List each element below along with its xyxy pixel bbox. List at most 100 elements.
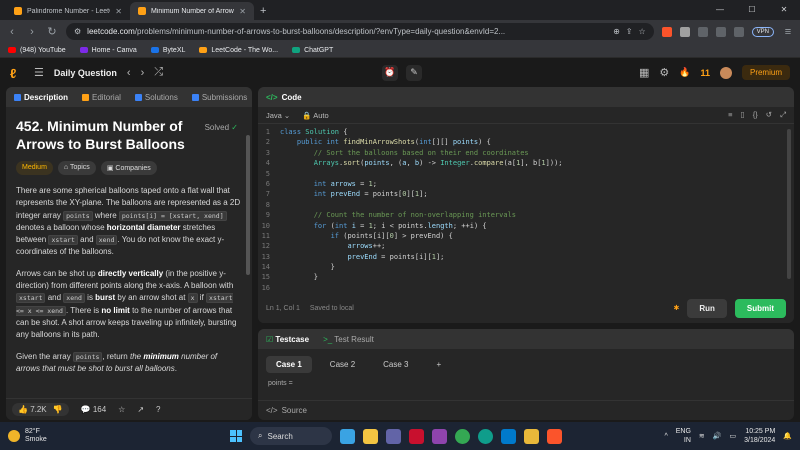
url-bar[interactable]: ⚙ leetcode.com/problems/minimum-number-o…	[66, 23, 654, 40]
comments-button[interactable]: 💬 164	[81, 405, 107, 414]
run-button[interactable]: Run	[687, 298, 727, 318]
media-icon[interactable]	[432, 428, 447, 444]
language-indicator[interactable]: ENG IN	[676, 427, 691, 445]
timer-icon[interactable]: ⏰	[382, 64, 398, 81]
close-window-icon[interactable]: ✕	[768, 0, 800, 20]
vpn-button[interactable]: VPN	[751, 26, 774, 37]
battery-icon[interactable]: ▭	[730, 432, 737, 440]
favorite-star-icon[interactable]: ☆	[118, 405, 125, 414]
layout-icon[interactable]: ▦	[639, 66, 649, 79]
edge-icon[interactable]	[478, 428, 493, 444]
code-scrollbar[interactable]	[787, 129, 791, 279]
code-line: 1 class Solution {	[265, 128, 348, 136]
streak-flame-icon[interactable]: 🔥	[679, 67, 690, 78]
tab-testcase[interactable]: ☑ Testcase	[266, 335, 309, 344]
mcafee-icon[interactable]	[409, 428, 424, 444]
tab-test-result[interactable]: >_ Test Result	[323, 335, 374, 344]
bookmark-bytexl[interactable]: ByteXL	[150, 47, 185, 54]
windows-start-icon[interactable]	[230, 430, 242, 442]
leetcode-logo-icon[interactable]: ℓ	[10, 66, 24, 81]
like-button[interactable]: 👍 7.2K	[18, 405, 47, 414]
wallet-icon[interactable]	[733, 26, 744, 37]
shuffle-icon[interactable]: ⤮	[154, 66, 163, 79]
file-explorer-icon[interactable]	[363, 428, 378, 444]
site-info-icon[interactable]: ⚙	[74, 27, 81, 36]
notes-icon[interactable]: ✎	[406, 64, 422, 81]
reload-icon[interactable]: ↻	[46, 25, 58, 38]
bookmark-canva[interactable]: Home - Canva	[79, 47, 137, 54]
share-icon[interactable]: ↗	[137, 405, 144, 414]
help-icon[interactable]: ?	[156, 405, 160, 414]
menu-icon[interactable]: ≡	[782, 26, 794, 38]
debug-icon[interactable]: ✱	[673, 304, 679, 312]
taskbar-search[interactable]: ⌕ Search	[250, 427, 332, 445]
terminal-icon: >_	[323, 334, 333, 344]
code-editor[interactable]: 1 class Solution { 2 public int findMinAr…	[258, 124, 794, 294]
topics-button[interactable]: ⌂ Topics	[57, 161, 96, 175]
volume-icon[interactable]: 🔊	[713, 432, 722, 440]
companies-button[interactable]: ▣ Companies	[100, 161, 157, 175]
format-icon[interactable]: ≡	[728, 110, 732, 120]
url-text[interactable]: leetcode.com/problems/minimum-number-of-…	[87, 27, 607, 36]
add-case-icon[interactable]: +	[427, 356, 452, 373]
tab-description[interactable]: Description	[14, 93, 68, 102]
braces-icon[interactable]: {}	[753, 110, 758, 120]
bookmark-chatgpt[interactable]: ChatGPT	[292, 47, 333, 54]
tab-submissions[interactable]: Submissions	[191, 93, 247, 102]
minimize-icon[interactable]: —	[704, 0, 736, 20]
case-tab-3[interactable]: Case 3	[373, 356, 418, 373]
zoom-icon[interactable]: ⊕	[613, 27, 620, 36]
reset-icon[interactable]: ↺	[766, 110, 772, 120]
chrome-icon[interactable]	[455, 428, 470, 444]
tab-editorial[interactable]: Editorial	[82, 93, 121, 102]
submit-button[interactable]: Submit	[734, 298, 786, 318]
bookmark-youtube[interactable]: (948) YouTube	[8, 47, 66, 54]
prev-problem-icon[interactable]: ‹	[127, 67, 131, 79]
premium-button[interactable]: Premium	[741, 65, 790, 80]
daily-question-link[interactable]: Daily Question	[54, 68, 117, 78]
close-tab-icon[interactable]: ✕	[239, 7, 246, 16]
maximize-icon[interactable]: ☐	[736, 0, 768, 20]
brave-icon[interactable]	[547, 428, 562, 444]
bookmark-star-icon[interactable]: ☆	[638, 27, 645, 36]
forward-icon[interactable]: ›	[26, 26, 38, 38]
close-tab-icon[interactable]: ✕	[115, 7, 122, 16]
brave-rewards-icon[interactable]	[679, 26, 690, 37]
language-select[interactable]: Java ⌄	[266, 111, 290, 120]
tag-icon: ⌂	[63, 164, 69, 171]
tray-chevron-icon[interactable]: ^	[664, 433, 667, 440]
vscode-icon[interactable]	[501, 428, 516, 444]
new-tab-icon[interactable]: +	[254, 5, 272, 20]
browser-tab-arrows[interactable]: Minimum Number of Arrows to Burst Balloo…	[130, 2, 254, 20]
browser-tab-palindrome[interactable]: Palindrome Number - LeetCode ✕	[6, 2, 130, 20]
next-problem-icon[interactable]: ›	[141, 67, 145, 79]
extensions-icon[interactable]	[697, 26, 708, 37]
folder-icon[interactable]	[524, 428, 539, 444]
back-icon[interactable]: ‹	[6, 26, 18, 38]
bookmark-icon[interactable]: ▯	[741, 110, 745, 120]
weather-widget[interactable]: 82°F Smoke	[8, 428, 47, 444]
description-scrollbar[interactable]	[246, 135, 250, 275]
fullscreen-icon[interactable]: ⤢	[780, 110, 786, 120]
problem-title[interactable]: 452. Minimum Number of Arrows to Burst B…	[16, 117, 186, 153]
dislike-icon[interactable]: 👎	[53, 405, 63, 414]
case-tab-1[interactable]: Case 1	[266, 356, 312, 373]
copilot-icon[interactable]	[340, 428, 355, 444]
sidebar-icon[interactable]	[715, 26, 726, 37]
avatar[interactable]	[719, 66, 732, 79]
notification-bell-icon[interactable]: 🔔	[783, 432, 792, 440]
problem-list-icon[interactable]: ☰	[34, 66, 44, 79]
case-tab-2[interactable]: Case 2	[320, 356, 365, 373]
clock[interactable]: 10:25 PM 3/18/2024	[744, 427, 775, 445]
teams-icon[interactable]	[386, 428, 401, 444]
source-toggle[interactable]: </> Source	[258, 400, 794, 420]
settings-gear-icon[interactable]: ⚙	[659, 66, 669, 79]
share-icon[interactable]: ⇪	[626, 27, 633, 36]
editor-tools: ≡ ▯ {} ↺ ⤢	[728, 110, 786, 120]
tab-solutions[interactable]: Solutions	[134, 93, 178, 102]
autocomplete-toggle[interactable]: 🔒 Auto	[302, 111, 328, 120]
bookmark-leetcode[interactable]: LeetCode - The Wo...	[199, 47, 278, 54]
brave-shield-icon[interactable]	[661, 26, 672, 37]
wifi-icon[interactable]: ≋	[699, 432, 705, 440]
editor-footer: Ln 1, Col 1 Saved to local ✱ Run Submit	[258, 293, 794, 323]
